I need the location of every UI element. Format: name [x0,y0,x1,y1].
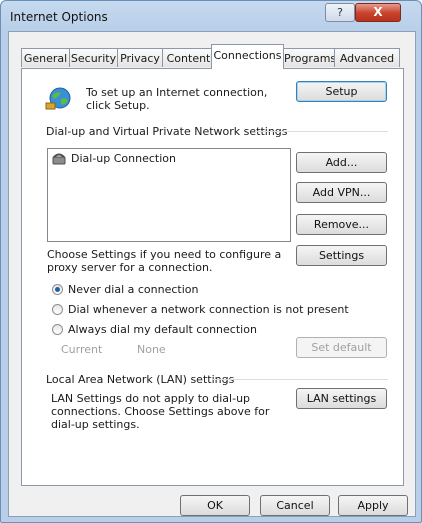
dialup-connections-list[interactable]: Dial-up Connection [47,148,291,242]
lan-settings-button[interactable]: LAN settings [296,388,387,409]
remove-button[interactable]: Remove... [296,214,387,235]
setup-description: To set up an Internet connection, click … [86,86,268,112]
radio-dial-whenever[interactable] [52,304,63,315]
radio-dial-whenever-label[interactable]: Dial whenever a network connection is no… [68,303,349,316]
setup-button[interactable]: Setup [296,81,387,102]
radio-always-dial[interactable] [52,324,63,335]
add-button[interactable]: Add... [296,152,387,173]
tab-security[interactable]: Security [69,48,118,67]
current-value: None [137,343,166,356]
list-item-label: Dial-up Connection [71,152,176,165]
tab-connections[interactable]: Connections [211,44,284,69]
add-vpn-button[interactable]: Add VPN... [296,182,387,203]
ok-button[interactable]: OK [180,495,250,516]
tab-privacy[interactable]: Privacy [117,48,163,67]
group-divider [255,131,388,132]
lan-description: LAN Settings do not apply to dial-up con… [51,392,270,431]
group-divider [212,379,388,380]
settings-button[interactable]: Settings [296,245,387,266]
proxy-settings-description: Choose Settings if you need to configure… [47,248,282,274]
help-button[interactable]: ? [325,3,355,22]
tab-programs[interactable]: Programs [283,48,336,67]
help-icon: ? [337,6,343,19]
cancel-button[interactable]: Cancel [260,495,330,516]
radio-never-dial[interactable] [52,284,63,295]
radio-always-dial-label[interactable]: Always dial my default connection [68,323,257,336]
tab-general[interactable]: General [21,48,70,67]
lan-group-label: Local Area Network (LAN) settings [46,373,235,386]
radio-never-dial-label[interactable]: Never dial a connection [68,283,198,296]
tab-content[interactable]: Content [162,48,215,67]
close-button[interactable]: X [355,3,401,22]
current-label: Current [61,343,103,356]
title-bar[interactable]: Internet Options ? X [1,1,421,31]
dialup-group-label: Dial-up and Virtual Private Network sett… [46,125,288,138]
close-icon: X [373,5,383,19]
tab-advanced[interactable]: Advanced [334,48,400,67]
set-default-button[interactable]: Set default [296,337,387,358]
globe-network-icon [45,87,71,110]
dialup-phone-icon [52,153,66,165]
window-title: Internet Options [10,10,108,24]
apply-button[interactable]: Apply [338,495,408,516]
